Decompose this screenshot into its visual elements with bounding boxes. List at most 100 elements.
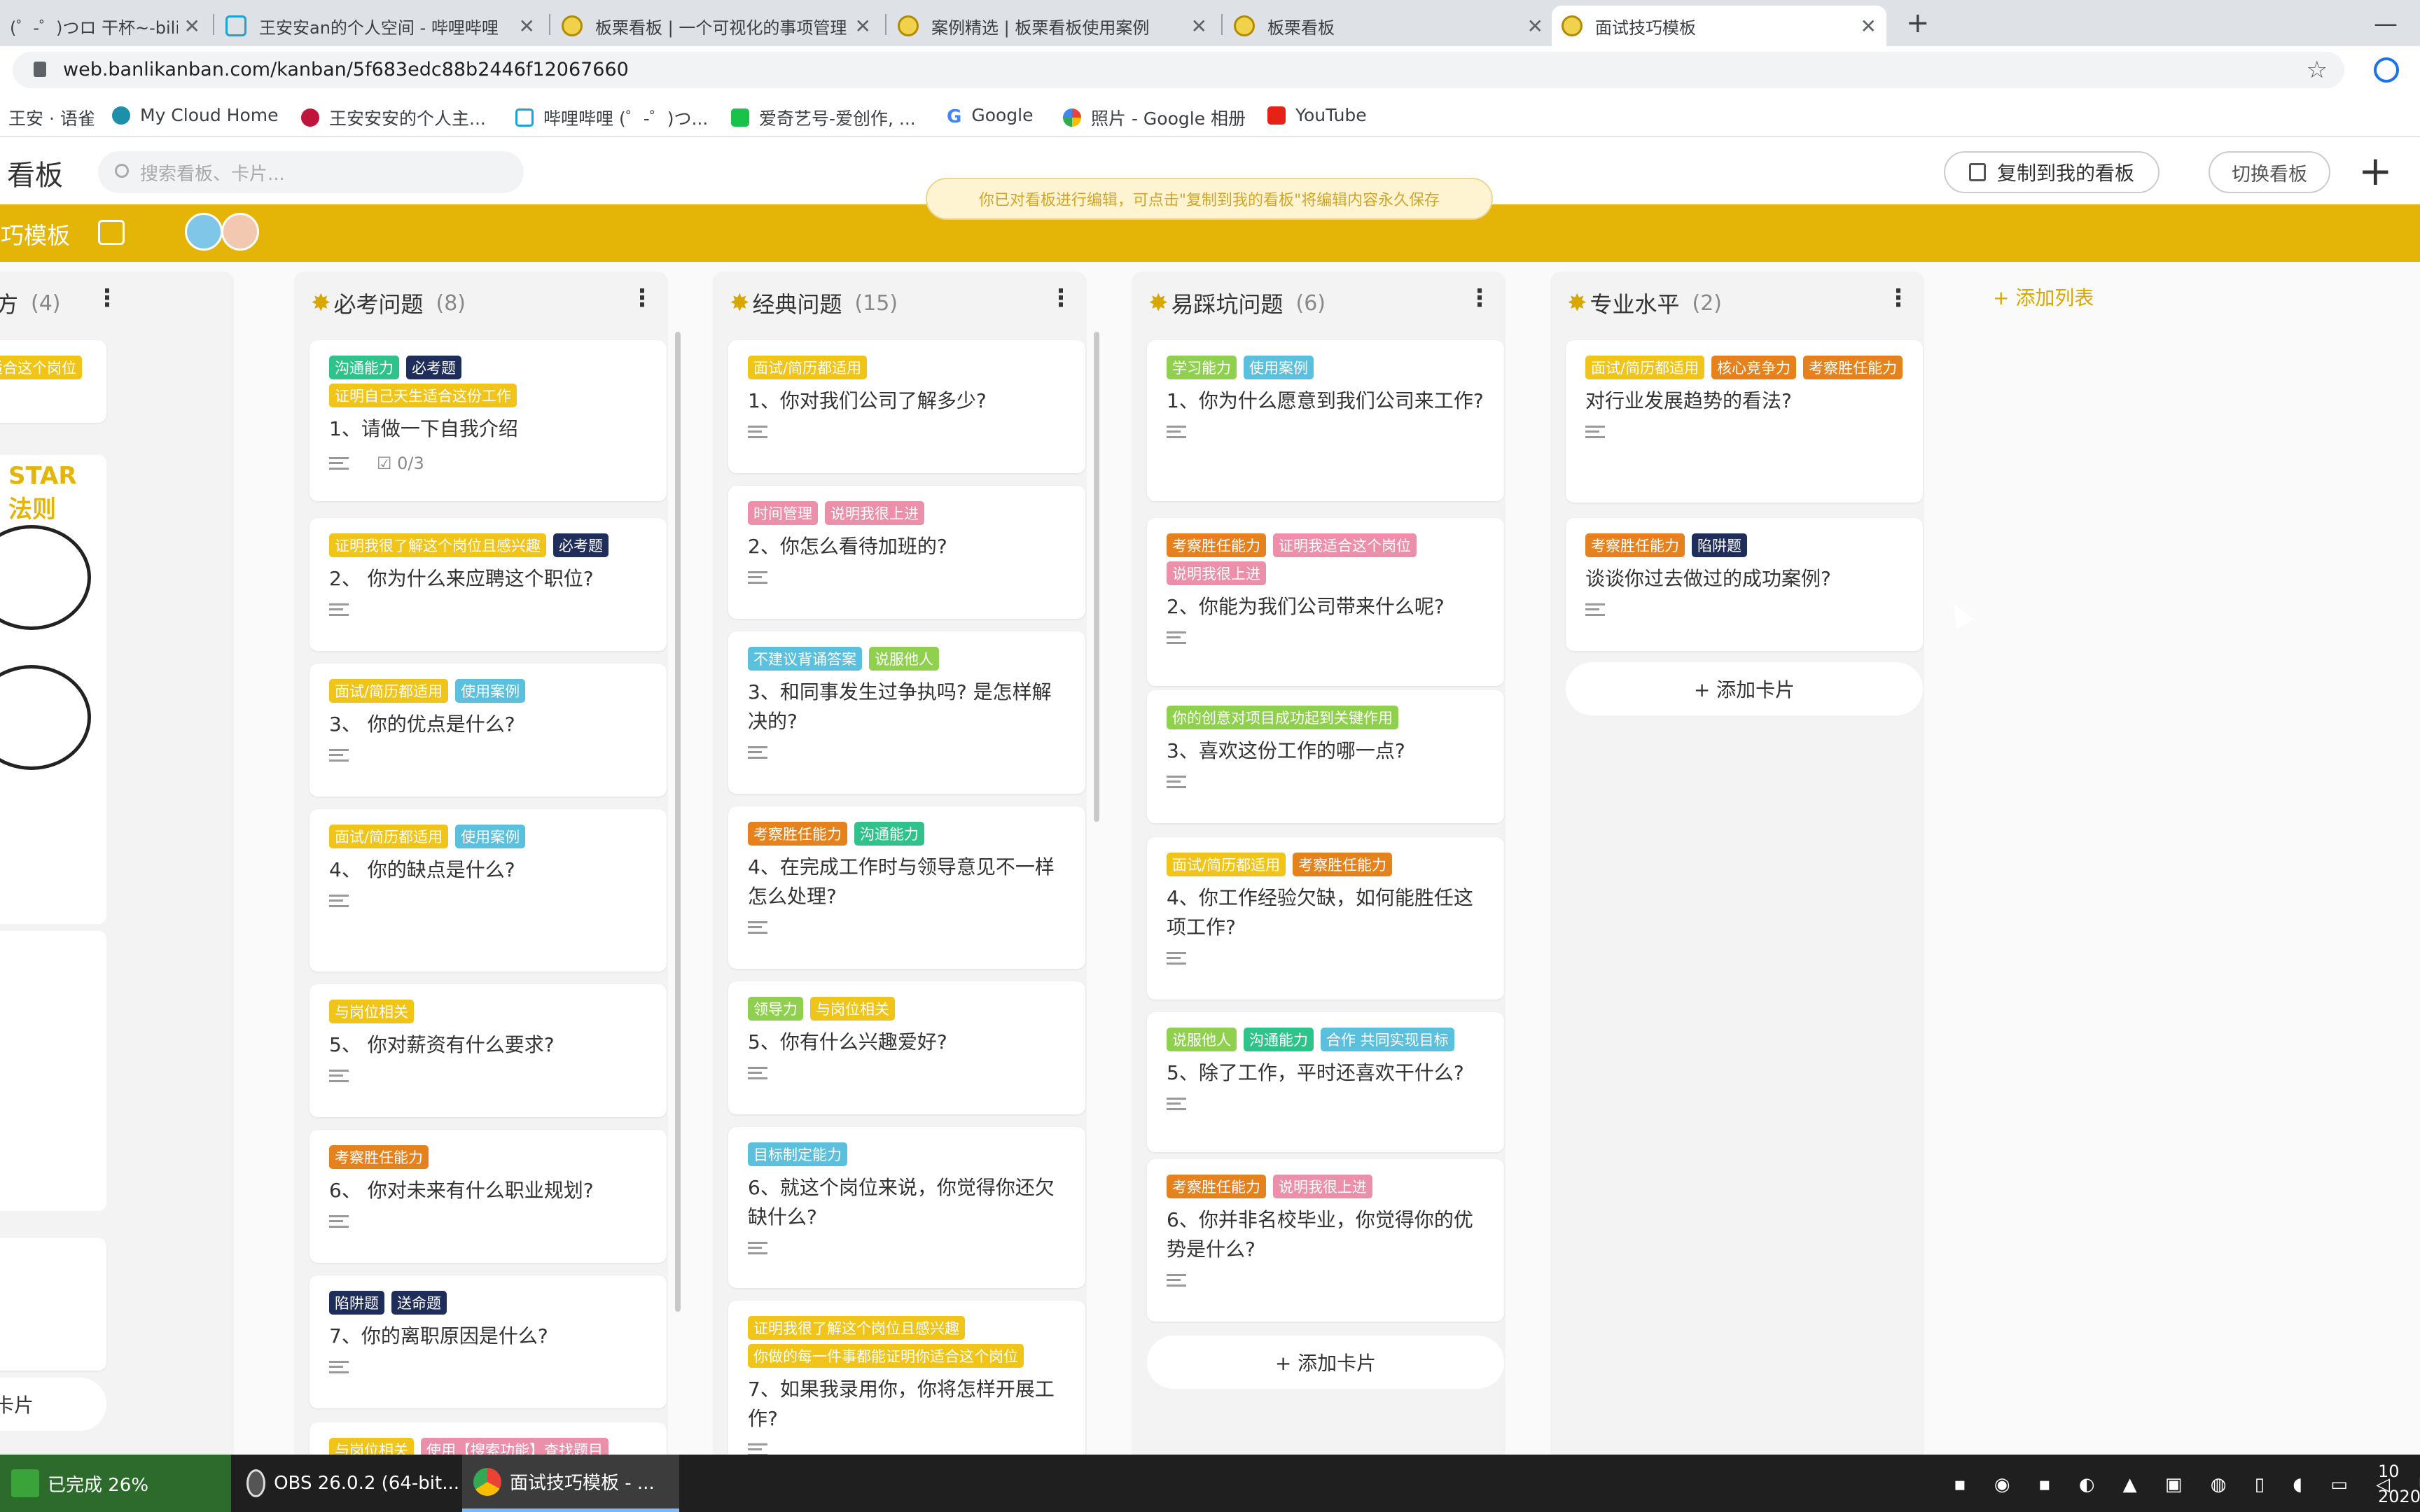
bookmark-item[interactable]: My Cloud Home: [112, 105, 279, 125]
card[interactable]: 面试/简历都适用 1、你对我们公司了解多少?: [728, 340, 1085, 473]
address-bar[interactable]: web.banlikanban.com/kanban/5f683edc88b24…: [13, 52, 2344, 88]
board-name[interactable]: 巧模板: [0, 217, 70, 251]
close-tab-icon[interactable]: ✕: [184, 15, 200, 38]
browser-tab-active[interactable]: 面试技巧模板 ✕: [1552, 6, 1886, 46]
tag: 沟通能力: [854, 822, 924, 846]
card[interactable]: 件事都能证明你适合这个岗位: [0, 340, 106, 423]
card[interactable]: 证明我很了解这个岗位且感兴趣 你做的每一件事都能证明你适合这个岗位 7、如果我录用你…: [728, 1301, 1085, 1455]
card[interactable]: 面试/简历都适用 使用案例 4、 你的缺点是什么?: [310, 809, 667, 972]
card[interactable]: 时间管理 说明我很上进 2、你怎么看待加班的?: [728, 486, 1085, 619]
add-card-button[interactable]: + 添加卡片: [0, 1378, 106, 1431]
avatar[interactable]: [221, 213, 259, 251]
bookmark-label: 王安安安的个人主...: [329, 108, 486, 129]
add-card-button[interactable]: + 添加卡片: [1147, 1336, 1504, 1389]
close-tab-icon[interactable]: ✕: [855, 15, 871, 38]
list-column: ✸ 必考问题 (8) ⋮ 沟通能力 必考题 证明自己天生适合这份工作 1、请做一下自我介绍 ☑ …: [294, 272, 668, 1455]
list-scrollbar[interactable]: [675, 332, 681, 1312]
card-tags: 面试/简历都适用 考察胜任能力: [1167, 853, 1484, 876]
card-meta: [748, 1067, 1066, 1079]
card[interactable]: 考察胜任能力 沟通能力 4、在完成工作时与领导意见不一样怎么处理?: [728, 806, 1085, 969]
add-list-button[interactable]: + 添加列表: [1993, 283, 2094, 311]
close-tab-icon[interactable]: ✕: [519, 15, 535, 38]
card[interactable]: SMART 则: [0, 931, 106, 1211]
card[interactable]: 证明我很了解这个岗位且感兴趣 必考题 2、 你为什么来应聘这个职位?: [310, 518, 667, 651]
bookmark-star-icon[interactable]: ☆: [2307, 56, 2328, 84]
bookmark-item[interactable]: G Google: [947, 105, 1034, 127]
card[interactable]: 考察胜任能力 说明我很上进 6、你并非名校毕业，你觉得你的优势是什么?: [1147, 1159, 1504, 1322]
new-tab-button[interactable]: +: [1906, 7, 1930, 39]
copy-button-label: 复制到我的看板: [1996, 162, 2134, 185]
tag: 送命题: [391, 1291, 447, 1315]
switch-board-button[interactable]: 切换看板: [2209, 151, 2330, 193]
url-text[interactable]: web.banlikanban.com/kanban/5f683edc88b24…: [63, 59, 629, 80]
card[interactable]: 不建议背诵答案 说服他人 3、和同事发生过争执吗? 是怎样解决的?: [728, 631, 1085, 794]
card[interactable]: 面试/简历都适用 考察胜任能力 4、你工作经验欠缺，如何能胜任这项工作?: [1147, 837, 1504, 1000]
list-menu-icon[interactable]: ⋮: [1886, 284, 1910, 312]
card-tags: 面试/简历都适用: [748, 356, 1066, 379]
avatar[interactable]: [185, 213, 223, 251]
board-menu-icon[interactable]: [98, 220, 125, 245]
card[interactable]: 面试/简历都适用 核心竞争力 考察胜任能力 对行业发展趋势的看法?: [1566, 340, 1923, 503]
taskbar-item[interactable]: OBS 26.0.2 (64-bit...: [235, 1455, 459, 1512]
card[interactable]: 说服他人 沟通能力 合作 共同实现目标 5、除了工作，平时还喜欢干什么?: [1147, 1012, 1504, 1152]
card[interactable]: 学习能力 使用案例 1、你为什么愿意到我们公司来工作?: [1147, 340, 1504, 501]
close-tab-icon[interactable]: ✕: [1861, 15, 1877, 38]
list-header[interactable]: ✸ 必考问题 (8): [311, 287, 466, 319]
add-icon[interactable]: +: [2358, 147, 2393, 195]
search-input[interactable]: 搜索看板、卡片...: [98, 151, 524, 193]
card[interactable]: [0, 1238, 106, 1371]
list-header[interactable]: 方 (4): [0, 287, 61, 319]
card[interactable]: 与岗位相关 5、 你对薪资有什么要求?: [310, 984, 667, 1117]
minimize-icon[interactable]: —: [2374, 10, 2398, 38]
card-meta: [0, 1263, 87, 1275]
bookmark-item[interactable]: 爱奇艺号-爱创作, ...: [731, 105, 916, 130]
browser-tab[interactable]: 板栗看板 ✕: [1224, 6, 1553, 46]
card[interactable]: 你的创意对项目成功起到关键作用 3、喜欢这份工作的哪一点?: [1147, 690, 1504, 823]
taskbar-item[interactable]: 已完成 26%: [0, 1455, 231, 1512]
card[interactable]: 陷阱题 送命题 7、你的离职原因是什么?: [310, 1275, 667, 1408]
browser-tab[interactable]: (゜-゜)つロ 干杯~-bili ✕: [0, 6, 210, 46]
card[interactable]: 领导力 与岗位相关 5、你有什么兴趣爱好?: [728, 981, 1085, 1114]
card[interactable]: STAR 法则 适用STAR法则: [0, 455, 106, 924]
list-menu-icon[interactable]: ⋮: [95, 284, 119, 312]
copy-to-my-board-button[interactable]: 复制到我的看板: [1944, 151, 2160, 193]
browser-tab[interactable]: 板栗看板 | 一个可视化的事项管理 ✕: [552, 6, 881, 46]
tag: 说明我很上进: [825, 501, 924, 525]
list-header[interactable]: ✸ 经典问题 (15): [730, 287, 898, 319]
list-scrollbar[interactable]: [1094, 332, 1099, 822]
image-heading: STAR 法则: [8, 462, 77, 524]
card[interactable]: 与岗位相关 使用【搜索功能】查找题目: [310, 1422, 667, 1455]
bookmark-item[interactable]: YouTube: [1267, 105, 1367, 125]
profile-icon[interactable]: [2374, 57, 2399, 83]
bookmark-label: YouTube: [1295, 105, 1367, 125]
list-menu-icon[interactable]: ⋮: [630, 284, 654, 312]
app-title: 看板: [7, 160, 63, 192]
card[interactable]: 考察胜任能力 证明我适合这个岗位 说明我很上进 2、你能为我们公司带来什么呢?: [1147, 518, 1504, 686]
app-header: 看板 搜索看板、卡片... 你已对看板进行编辑，可点击"复制到我的看板"将编辑内…: [0, 137, 2420, 220]
bookmark-item[interactable]: 哔哩哔哩 (゜-゜)つ...: [515, 105, 708, 130]
list-header[interactable]: ✸ 专业水平 (2): [1567, 287, 1722, 319]
close-tab-icon[interactable]: ✕: [1191, 15, 1207, 38]
card[interactable]: 目标制定能力 6、就这个岗位来说，你觉得你还欠缺什么?: [728, 1127, 1085, 1288]
system-tray[interactable]: ▪ ◉ ▪ ◐ ▲ ▣ ◍ ▯ ◖ ▭ ◁ 中 ▦: [1954, 1470, 2420, 1496]
add-card-button[interactable]: + 添加卡片: [1566, 662, 1923, 715]
bookmark-item[interactable]: 王安 · 语雀: [8, 105, 95, 130]
card[interactable]: 考察胜任能力 陷阱题 谈谈你过去做过的成功案例?: [1566, 518, 1923, 651]
mouse-cursor-icon: [1945, 598, 1974, 629]
card[interactable]: 面试/简历都适用 使用案例 3、 你的优点是什么?: [310, 664, 667, 797]
browser-tab[interactable]: 案例精选 | 板栗看板使用案例 ✕: [888, 6, 1217, 46]
tag: 目标制定能力: [748, 1142, 847, 1166]
clock[interactable]: 10 2020: [2378, 1459, 2420, 1509]
bookmark-item[interactable]: 照片 - Google 相册: [1063, 105, 1246, 130]
list-menu-icon[interactable]: ⋮: [1468, 284, 1491, 312]
taskbar-item-active[interactable]: 面试技巧模板 - ...: [462, 1455, 679, 1512]
close-tab-icon[interactable]: ✕: [1527, 15, 1543, 38]
card[interactable]: 沟通能力 必考题 证明自己天生适合这份工作 1、请做一下自我介绍 ☑ 0/3: [310, 340, 667, 501]
list-menu-icon[interactable]: ⋮: [1049, 284, 1073, 312]
list-column: 方 (4) ⋮ 件事都能证明你适合这个岗位 STAR 法则 适用STAR法则 SMAR…: [0, 272, 234, 1455]
bookmark-item[interactable]: 王安安安的个人主...: [301, 105, 486, 130]
list-header[interactable]: ✸ 易踩坑问题 (6): [1148, 287, 1326, 319]
card[interactable]: 考察胜任能力 6、 你对未来有什么职业规划?: [310, 1130, 667, 1263]
card-tags: 考察胜任能力 证明我适合这个岗位 说明我很上进: [1167, 533, 1484, 585]
browser-tab[interactable]: 王安安an的个人空间 - 哔哩哔哩 ✕: [216, 6, 545, 46]
